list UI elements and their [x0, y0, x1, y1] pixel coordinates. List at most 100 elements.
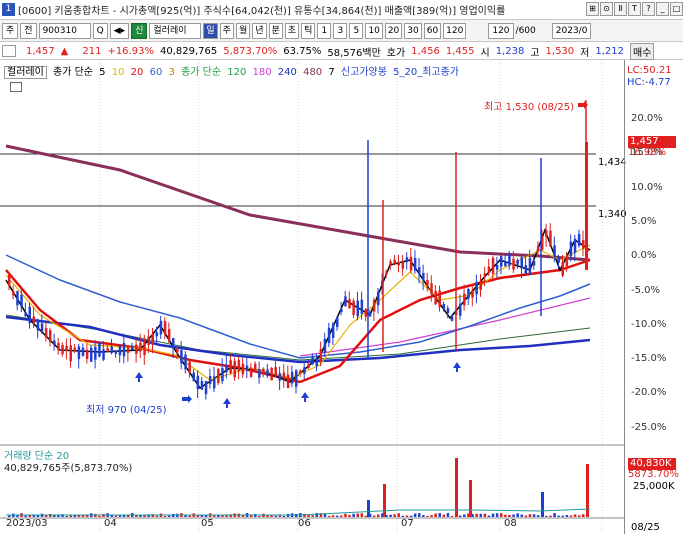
credit-badge: 신 — [131, 22, 148, 39]
legend-ma-5[interactable]: 5 — [99, 67, 105, 78]
volume-bar — [430, 515, 433, 517]
candle-body — [561, 261, 564, 276]
all-select[interactable]: 전 — [20, 22, 37, 39]
candle-body — [565, 256, 569, 267]
period-120[interactable]: 120 — [443, 22, 467, 39]
table-icon[interactable] — [10, 82, 22, 92]
help-button[interactable]: ? — [642, 2, 655, 16]
period-60[interactable]: 60 — [423, 22, 442, 39]
candle-body — [356, 300, 359, 317]
candle-body — [442, 303, 446, 310]
legend-ma-20[interactable]: 20 — [131, 67, 144, 78]
volume-spike — [367, 500, 370, 517]
period-second[interactable]: 초 — [284, 22, 300, 39]
volume-bar — [446, 513, 450, 517]
prev-next-arrows[interactable]: ◀▸ — [109, 22, 130, 39]
candle-body — [266, 369, 269, 376]
legend-new-high[interactable]: 신고가양봉 — [341, 67, 387, 78]
xaxis-ticks: 2023/03 04 05 06 07 08 — [0, 518, 624, 534]
count-input[interactable]: 120 — [488, 22, 514, 39]
volume-value: 40,829,765 — [159, 45, 218, 57]
legend-ma-3[interactable]: 3 — [169, 67, 175, 78]
candle-body — [532, 260, 536, 266]
candle-body — [459, 304, 462, 316]
expand-icon[interactable] — [2, 45, 16, 57]
period-1[interactable]: 1 — [317, 22, 332, 39]
period-5[interactable]: 5 — [349, 22, 364, 39]
buy-button[interactable]: 매수 — [630, 42, 655, 60]
legend-ma-180[interactable]: 180 — [253, 67, 272, 78]
legend-ma-240[interactable]: 240 — [278, 67, 297, 78]
period-20[interactable]: 20 — [384, 22, 403, 39]
candle-body — [90, 347, 93, 362]
text-button[interactable]: T — [628, 2, 641, 16]
candle-body — [20, 294, 23, 308]
volume-bar — [565, 515, 569, 517]
legend-ma-120[interactable]: 120 — [227, 67, 246, 78]
market-select[interactable]: 주 — [2, 22, 19, 39]
low-label: 저 — [580, 47, 590, 59]
candle-body — [491, 257, 495, 274]
date-input[interactable]: 2023/0 — [551, 22, 592, 39]
candle-body — [229, 360, 232, 374]
stock-code-input[interactable]: 900310 — [38, 22, 91, 39]
legend-ma-60[interactable]: 60 — [150, 67, 163, 78]
volume-bar — [545, 515, 548, 517]
window-buttons: ⊞ ⊙ Ⅱ T ? _ □ — [586, 2, 683, 16]
window-number: 1 — [2, 3, 15, 16]
volume-bar — [114, 515, 118, 517]
volume-bar — [459, 515, 462, 517]
candle-body — [348, 299, 351, 309]
candle-body — [303, 367, 306, 374]
legend-range-high[interactable]: 5_20_최고종가 — [393, 67, 459, 78]
candle-body — [98, 341, 101, 357]
minimize-button[interactable]: _ — [656, 2, 669, 16]
legend-ma-10[interactable]: 10 — [112, 67, 125, 78]
volume-bar — [413, 513, 417, 517]
turnover: 63.75% — [283, 45, 322, 57]
volume-bar — [344, 513, 347, 517]
period-30[interactable]: 30 — [404, 22, 422, 39]
candle-body — [475, 282, 478, 295]
candle-body — [12, 291, 15, 296]
candle-body — [401, 261, 405, 269]
volume-bar — [426, 515, 429, 517]
candle-body — [512, 258, 515, 270]
volume-bar — [163, 515, 167, 517]
period-month[interactable]: 월 — [235, 22, 251, 39]
candle-body — [270, 367, 273, 381]
volume-bar — [118, 515, 122, 517]
split-button[interactable]: Ⅱ — [614, 2, 627, 16]
period-3[interactable]: 3 — [333, 22, 348, 39]
candle-body — [139, 342, 142, 352]
candle-body — [315, 358, 318, 367]
period-10[interactable]: 10 — [365, 22, 383, 39]
search-icon[interactable]: Q — [92, 22, 108, 39]
candle-body — [245, 365, 249, 371]
high-annotation: 최고 1,530 (08/25) — [484, 102, 575, 113]
level-1340: 1,340 — [598, 209, 627, 220]
volume-bar — [557, 515, 560, 517]
candle-body — [426, 280, 429, 287]
legend-ma-7[interactable]: 7 — [328, 67, 334, 78]
window-titlebar: 1 [0600] 키움종합차트 - 시가총액[925(억)] 주식수[64,04… — [0, 0, 683, 20]
link-button[interactable]: ⊙ — [600, 2, 613, 16]
period-year[interactable]: 년 — [252, 22, 267, 39]
volume-bar — [569, 515, 573, 517]
candle-body — [237, 360, 241, 371]
candle-body — [282, 372, 286, 378]
layout-button[interactable]: ⊞ — [586, 2, 599, 16]
maximize-button[interactable]: □ — [670, 2, 683, 16]
period-week[interactable]: 주 — [219, 22, 234, 39]
period-day[interactable]: 일 — [203, 22, 218, 39]
candle-body — [446, 308, 450, 314]
legend-stock-name[interactable]: 컬러레이 — [4, 66, 47, 79]
candle-body — [61, 344, 64, 355]
legend-ma-480[interactable]: 480 — [303, 67, 322, 78]
volume-bar — [254, 514, 257, 517]
level-1434: 1,434 — [598, 157, 627, 168]
xaxis-tick: 08 — [504, 518, 517, 529]
stock-name: 컬러레이 — [149, 22, 202, 39]
period-minute[interactable]: 분 — [268, 22, 283, 39]
period-tick[interactable]: 틱 — [301, 22, 316, 39]
